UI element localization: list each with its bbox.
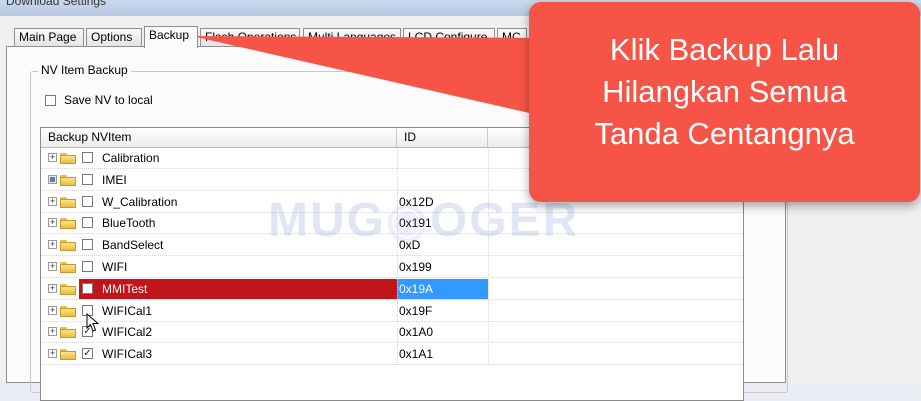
row-id: 0x1A0 bbox=[399, 325, 434, 340]
mouse-cursor-icon bbox=[86, 313, 100, 332]
column-header-id[interactable]: ID bbox=[397, 128, 488, 147]
folder-icon bbox=[60, 327, 76, 339]
folder-icon bbox=[60, 283, 76, 295]
row-id: 0x19A bbox=[399, 281, 434, 296]
tab-mc[interactable]: MC bbox=[497, 28, 527, 46]
row-name: IMEI bbox=[102, 172, 127, 187]
row-checkbox[interactable] bbox=[82, 195, 93, 207]
expand-icon[interactable]: + bbox=[48, 327, 57, 337]
window-title: Download Settings bbox=[6, 0, 107, 8]
watermark-logo: MUG◉OGER bbox=[268, 194, 580, 247]
row-checkbox[interactable]: ✓ bbox=[82, 348, 93, 360]
folder-icon bbox=[60, 262, 76, 273]
item-leaf-icon bbox=[48, 174, 57, 184]
column-header-backup-nvitem[interactable]: Backup NVItem bbox=[41, 128, 397, 147]
row-name: WIFI bbox=[102, 260, 128, 274]
row-checkbox[interactable] bbox=[82, 239, 93, 251]
table-row[interactable]: + WIFICal1 0x19F bbox=[41, 300, 743, 322]
row-id: 0x1A1 bbox=[399, 347, 434, 362]
group-title: NV Item Backup bbox=[38, 63, 131, 77]
callout-text: Klik Backup Lalu Hilangkan Semua Tanda C… bbox=[594, 32, 855, 151]
folder-icon bbox=[60, 153, 76, 164]
table-row[interactable]: + ✓ WIFICal3 0x1A1 bbox=[41, 344, 743, 366]
save-nv-option[interactable]: Save NV to local bbox=[45, 93, 153, 107]
expand-icon[interactable]: + bbox=[48, 262, 57, 271]
instruction-callout: Klik Backup Lalu Hilangkan Semua Tanda C… bbox=[529, 2, 920, 202]
row-id: 0x19F bbox=[399, 303, 433, 318]
expand-icon[interactable]: + bbox=[48, 305, 57, 315]
tab-backup[interactable]: Backup bbox=[144, 26, 198, 48]
row-checkbox[interactable] bbox=[82, 152, 93, 163]
table-row[interactable]: + ✓ WIFICal2 0x1A0 bbox=[41, 322, 743, 344]
folder-icon bbox=[60, 218, 76, 230]
row-name: BandSelect bbox=[102, 238, 164, 253]
tab-options[interactable]: Options bbox=[86, 28, 142, 46]
expand-icon[interactable]: + bbox=[48, 218, 57, 228]
tab-lcd-configure[interactable]: LCD Configure bbox=[403, 28, 495, 46]
row-name: W_Calibration bbox=[102, 194, 178, 209]
expand-icon[interactable]: + bbox=[48, 283, 57, 293]
tab-flash-operations[interactable]: Flash Operations bbox=[200, 28, 300, 46]
row-name: WIFICal3 bbox=[102, 347, 153, 362]
folder-icon bbox=[60, 305, 76, 317]
folder-icon bbox=[60, 349, 76, 361]
expand-icon[interactable]: + bbox=[48, 349, 57, 359]
tab-main-page[interactable]: Main Page bbox=[14, 28, 84, 46]
row-name: BlueTooth bbox=[102, 216, 156, 231]
row-checkbox[interactable] bbox=[82, 261, 93, 272]
folder-icon bbox=[60, 196, 76, 208]
row-name: MMITest bbox=[102, 281, 148, 296]
row-name: Calibration bbox=[102, 151, 160, 165]
expand-icon[interactable]: + bbox=[48, 196, 57, 206]
row-checkbox[interactable] bbox=[82, 217, 93, 229]
table-row[interactable]: + MMITest 0x19A bbox=[41, 278, 743, 300]
save-nv-label: Save NV to local bbox=[64, 93, 153, 107]
row-id: 0x199 bbox=[399, 260, 432, 274]
folder-icon bbox=[60, 240, 76, 252]
tab-multi-languages[interactable]: Multi Languages bbox=[303, 28, 401, 46]
folder-icon bbox=[60, 174, 76, 186]
expand-icon[interactable]: + bbox=[48, 153, 57, 162]
table-row[interactable]: + WIFI 0x199 bbox=[41, 257, 743, 278]
expand-icon[interactable]: + bbox=[48, 240, 57, 250]
row-name: WIFICal1 bbox=[102, 303, 153, 318]
save-nv-checkbox[interactable] bbox=[45, 94, 56, 106]
row-checkbox[interactable] bbox=[82, 282, 93, 294]
row-checkbox[interactable] bbox=[82, 173, 93, 185]
row-name: WIFICal2 bbox=[102, 325, 153, 340]
